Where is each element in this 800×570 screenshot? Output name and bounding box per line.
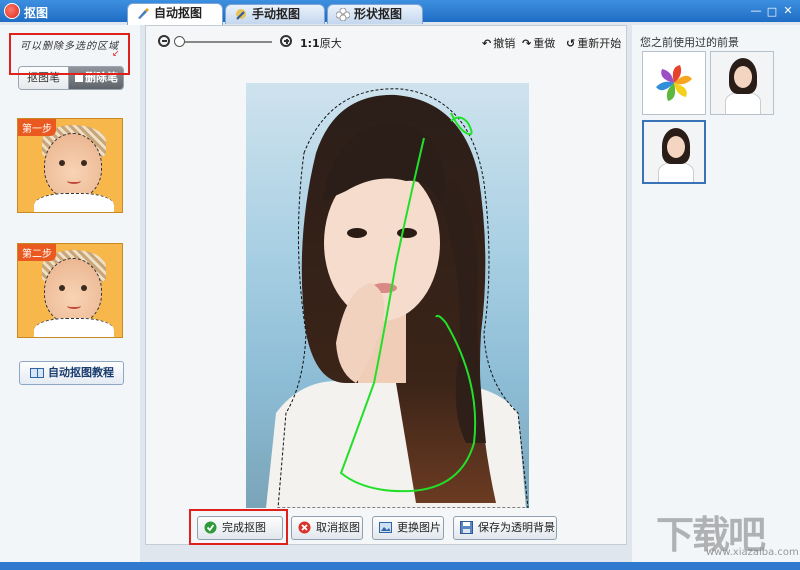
left-panel: 可以删除多选的区域 ↙ 抠图笔 删除笔 第一步 第二步 自动抠图教程: [0, 25, 140, 570]
auto-cutout-tutorial-button[interactable]: 自动抠图教程: [19, 361, 124, 385]
thumb-face: [667, 136, 685, 158]
baby-face: [44, 133, 102, 199]
edit-canvas-photo[interactable]: [246, 83, 529, 508]
save-transparent-button[interactable]: 保存为透明背景: [453, 516, 557, 540]
recent-foreground-item[interactable]: [710, 51, 774, 115]
tab-label: 自动抠图: [154, 6, 203, 20]
zoom-slider-track[interactable]: [176, 41, 272, 43]
book-icon: [30, 368, 44, 378]
baby-mouth: [67, 303, 81, 309]
tab-shape-cutout[interactable]: 形状抠图: [327, 4, 423, 24]
thumb-body: [658, 162, 694, 182]
baby-eye: [59, 160, 65, 166]
tab-manual-cutout[interactable]: 手动抠图: [225, 4, 325, 24]
image-icon: [379, 522, 392, 533]
subject-eye: [347, 228, 367, 238]
flower-shape-icon: [336, 8, 350, 21]
restart-label: 重新开始: [577, 37, 622, 50]
tab-label: 手动抠图: [252, 7, 301, 21]
finish-highlight-box: [189, 509, 288, 545]
step2-example-image: 第二步: [17, 243, 123, 338]
step2-label: 第二步: [18, 244, 56, 261]
replace-image-button[interactable]: 更换图片: [372, 516, 444, 540]
thumb-body: [725, 92, 761, 114]
window-title: 抠图: [24, 6, 49, 20]
cancel-label: 取消抠图: [316, 521, 360, 534]
undo-label: 撤销: [493, 37, 516, 50]
undo-icon: ↶: [482, 37, 492, 50]
replace-label: 更换图片: [397, 521, 441, 534]
baby-body: [34, 318, 114, 337]
girl-thumbnail: [711, 52, 773, 114]
actual-size-button[interactable]: 1:1原大: [300, 35, 342, 51]
save-label: 保存为透明背景: [478, 521, 555, 534]
girl-thumbnail: [644, 122, 704, 182]
baby-eye: [81, 285, 87, 291]
close-button[interactable]: ✕: [780, 3, 796, 19]
baby-body: [34, 193, 114, 212]
brush-icon: [138, 8, 149, 19]
recent-foreground-item-selected[interactable]: [642, 120, 706, 184]
canvas-panel: 1:1原大 ↶ 撤销 ↷ 重做 ↺ 重新开始 完成抠图 取消抠图 更换图片 保存…: [145, 25, 627, 545]
eraser-icon: [75, 74, 83, 82]
undo-button[interactable]: ↶ 撤销: [482, 35, 515, 51]
zoom-slider-thumb[interactable]: [174, 36, 185, 47]
recent-foregrounds-panel: 您之前使用过的前景: [632, 25, 800, 570]
hand-brush-icon: [236, 9, 246, 20]
site-watermark-url: www.xiazaiba.com: [706, 547, 799, 558]
baby-eye: [81, 160, 87, 166]
zoom-in-icon[interactable]: [280, 35, 292, 47]
pinwheel-logo-icon: [656, 65, 692, 101]
ratio-text: 原大: [319, 37, 342, 50]
baby-face: [44, 258, 102, 324]
maximize-button[interactable]: □: [764, 3, 780, 19]
redo-button[interactable]: ↷ 重做: [522, 35, 555, 51]
tutorial-label: 自动抠图教程: [48, 366, 114, 379]
tab-label: 形状抠图: [354, 7, 403, 21]
redo-icon: ↷: [522, 37, 532, 50]
canvas-toolbar: 1:1原大 ↶ 撤销 ↷ 重做 ↺ 重新开始: [146, 26, 626, 56]
subject-eye: [397, 228, 417, 238]
app-logo-icon: [4, 3, 20, 19]
step1-example-image: 第一步: [17, 118, 123, 213]
recent-foreground-item[interactable]: [642, 51, 706, 115]
restart-icon: ↺: [566, 37, 576, 50]
floppy-disk-icon: [460, 521, 473, 534]
baby-mouth: [67, 178, 81, 184]
cancel-cutout-button[interactable]: 取消抠图: [291, 516, 363, 540]
redo-label: 重做: [533, 37, 556, 50]
restart-button[interactable]: ↺ 重新开始: [566, 35, 621, 51]
ratio-value: 1:1: [300, 37, 320, 50]
step1-label: 第一步: [18, 119, 56, 136]
brush-highlight-box: [9, 33, 130, 75]
cancel-icon: [298, 521, 311, 534]
thumb-face: [734, 66, 752, 88]
recent-foregrounds-title: 您之前使用过的前景: [640, 36, 739, 49]
photo-illustration: [266, 88, 529, 508]
tab-auto-cutout[interactable]: 自动抠图: [127, 3, 223, 25]
status-bar: [0, 562, 800, 570]
zoom-out-icon[interactable]: [158, 35, 170, 47]
baby-eye: [59, 285, 65, 291]
minimize-button[interactable]: —: [748, 3, 764, 19]
